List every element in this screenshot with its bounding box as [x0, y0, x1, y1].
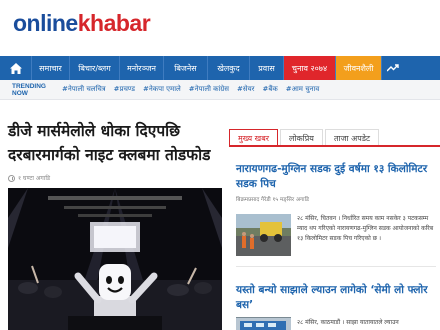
site-header: onlinekhabar: [0, 0, 440, 56]
nav-item-election[interactable]: चुनाव २०७४: [284, 56, 336, 80]
trending-tag[interactable]: #प्रचण्ड: [114, 85, 135, 94]
concert-scene-image: [8, 188, 222, 330]
clock-icon: [8, 174, 15, 182]
logo-text-online: online: [13, 10, 78, 36]
trending-tag[interactable]: #सेयर: [237, 85, 255, 94]
side-story-2-title[interactable]: यस्तो बन्यो साझाले ल्याउन लागेको ‘सेमी ल…: [236, 283, 436, 313]
bus-image: [236, 318, 291, 330]
side-story-1-title[interactable]: नारायणगढ-मुग्लिन सडक दुई वर्षमा १३ किलोम…: [236, 162, 436, 192]
side-story-2-excerpt: २८ मंसिर, काठमाडौं । साझा यातायातले ल्या…: [297, 319, 399, 326]
main-byline-time: १ घण्टा अगाडि: [18, 175, 51, 182]
trending-tag[interactable]: #नेकपा एमाले: [143, 85, 181, 94]
trending-bar: TRENDING NOW #नेपाली चलचित्र #प्रचण्ड #न…: [0, 80, 440, 100]
tab-popular[interactable]: लोकप्रिय: [280, 129, 323, 145]
side-divider: [236, 266, 436, 267]
nav-item-entertainment[interactable]: मनोरञ्जन: [120, 56, 164, 80]
tab-main-news[interactable]: मुख्य खबर: [229, 129, 279, 145]
side-story-1-excerpt: २८ मंसिर, चितवन । निर्धारित समय काम नसके…: [297, 215, 434, 242]
trending-arrow-icon[interactable]: [382, 56, 404, 80]
home-icon[interactable]: [0, 56, 32, 80]
trending-tag[interactable]: #नेपाली कांग्रेस: [189, 85, 229, 94]
trending-label: TRENDING NOW: [12, 82, 46, 97]
trending-tag[interactable]: #बैंक: [263, 85, 278, 94]
tab-latest-update[interactable]: ताजा अपडेट: [324, 129, 380, 145]
nav-item-opinion-blog[interactable]: बिचार/ब्लग: [70, 56, 120, 80]
road-construction-image: [236, 214, 291, 256]
main-headline[interactable]: डीजे मार्समेलोले धोका दिएपछि दरबारमार्गक…: [8, 119, 223, 167]
logo-text-khabar: khabar: [77, 10, 151, 36]
trending-tag[interactable]: #आम चुनाव: [286, 85, 319, 94]
nav-item-sports[interactable]: खेलकुद: [208, 56, 250, 80]
nav-item-diaspora[interactable]: प्रवास: [250, 56, 284, 80]
side-story-2-image[interactable]: [236, 317, 291, 330]
nav-item-business[interactable]: बिजनेस: [164, 56, 208, 80]
trending-tag[interactable]: #नेपाली चलचित्र: [62, 85, 106, 94]
side-story-1-image[interactable]: [236, 214, 291, 256]
site-logo[interactable]: onlinekhabar: [13, 10, 151, 37]
nav-item-lifestyle[interactable]: जीवनशैली: [336, 56, 382, 80]
main-navbar: समाचार बिचार/ब्लग मनोरञ्जन बिजनेस खेलकुद…: [0, 56, 440, 80]
side-story-1-byline: बिक्रमप्रसाद गैरेडी १५ मङ्सिर अगाडि: [236, 197, 309, 203]
news-tabs: मुख्य खबर लोकप्रिय ताजा अपडेट: [229, 129, 440, 147]
main-byline: १ घण्टा अगाडि: [8, 174, 50, 182]
main-story-image[interactable]: [8, 188, 222, 330]
nav-item-news[interactable]: समाचार: [32, 56, 70, 80]
